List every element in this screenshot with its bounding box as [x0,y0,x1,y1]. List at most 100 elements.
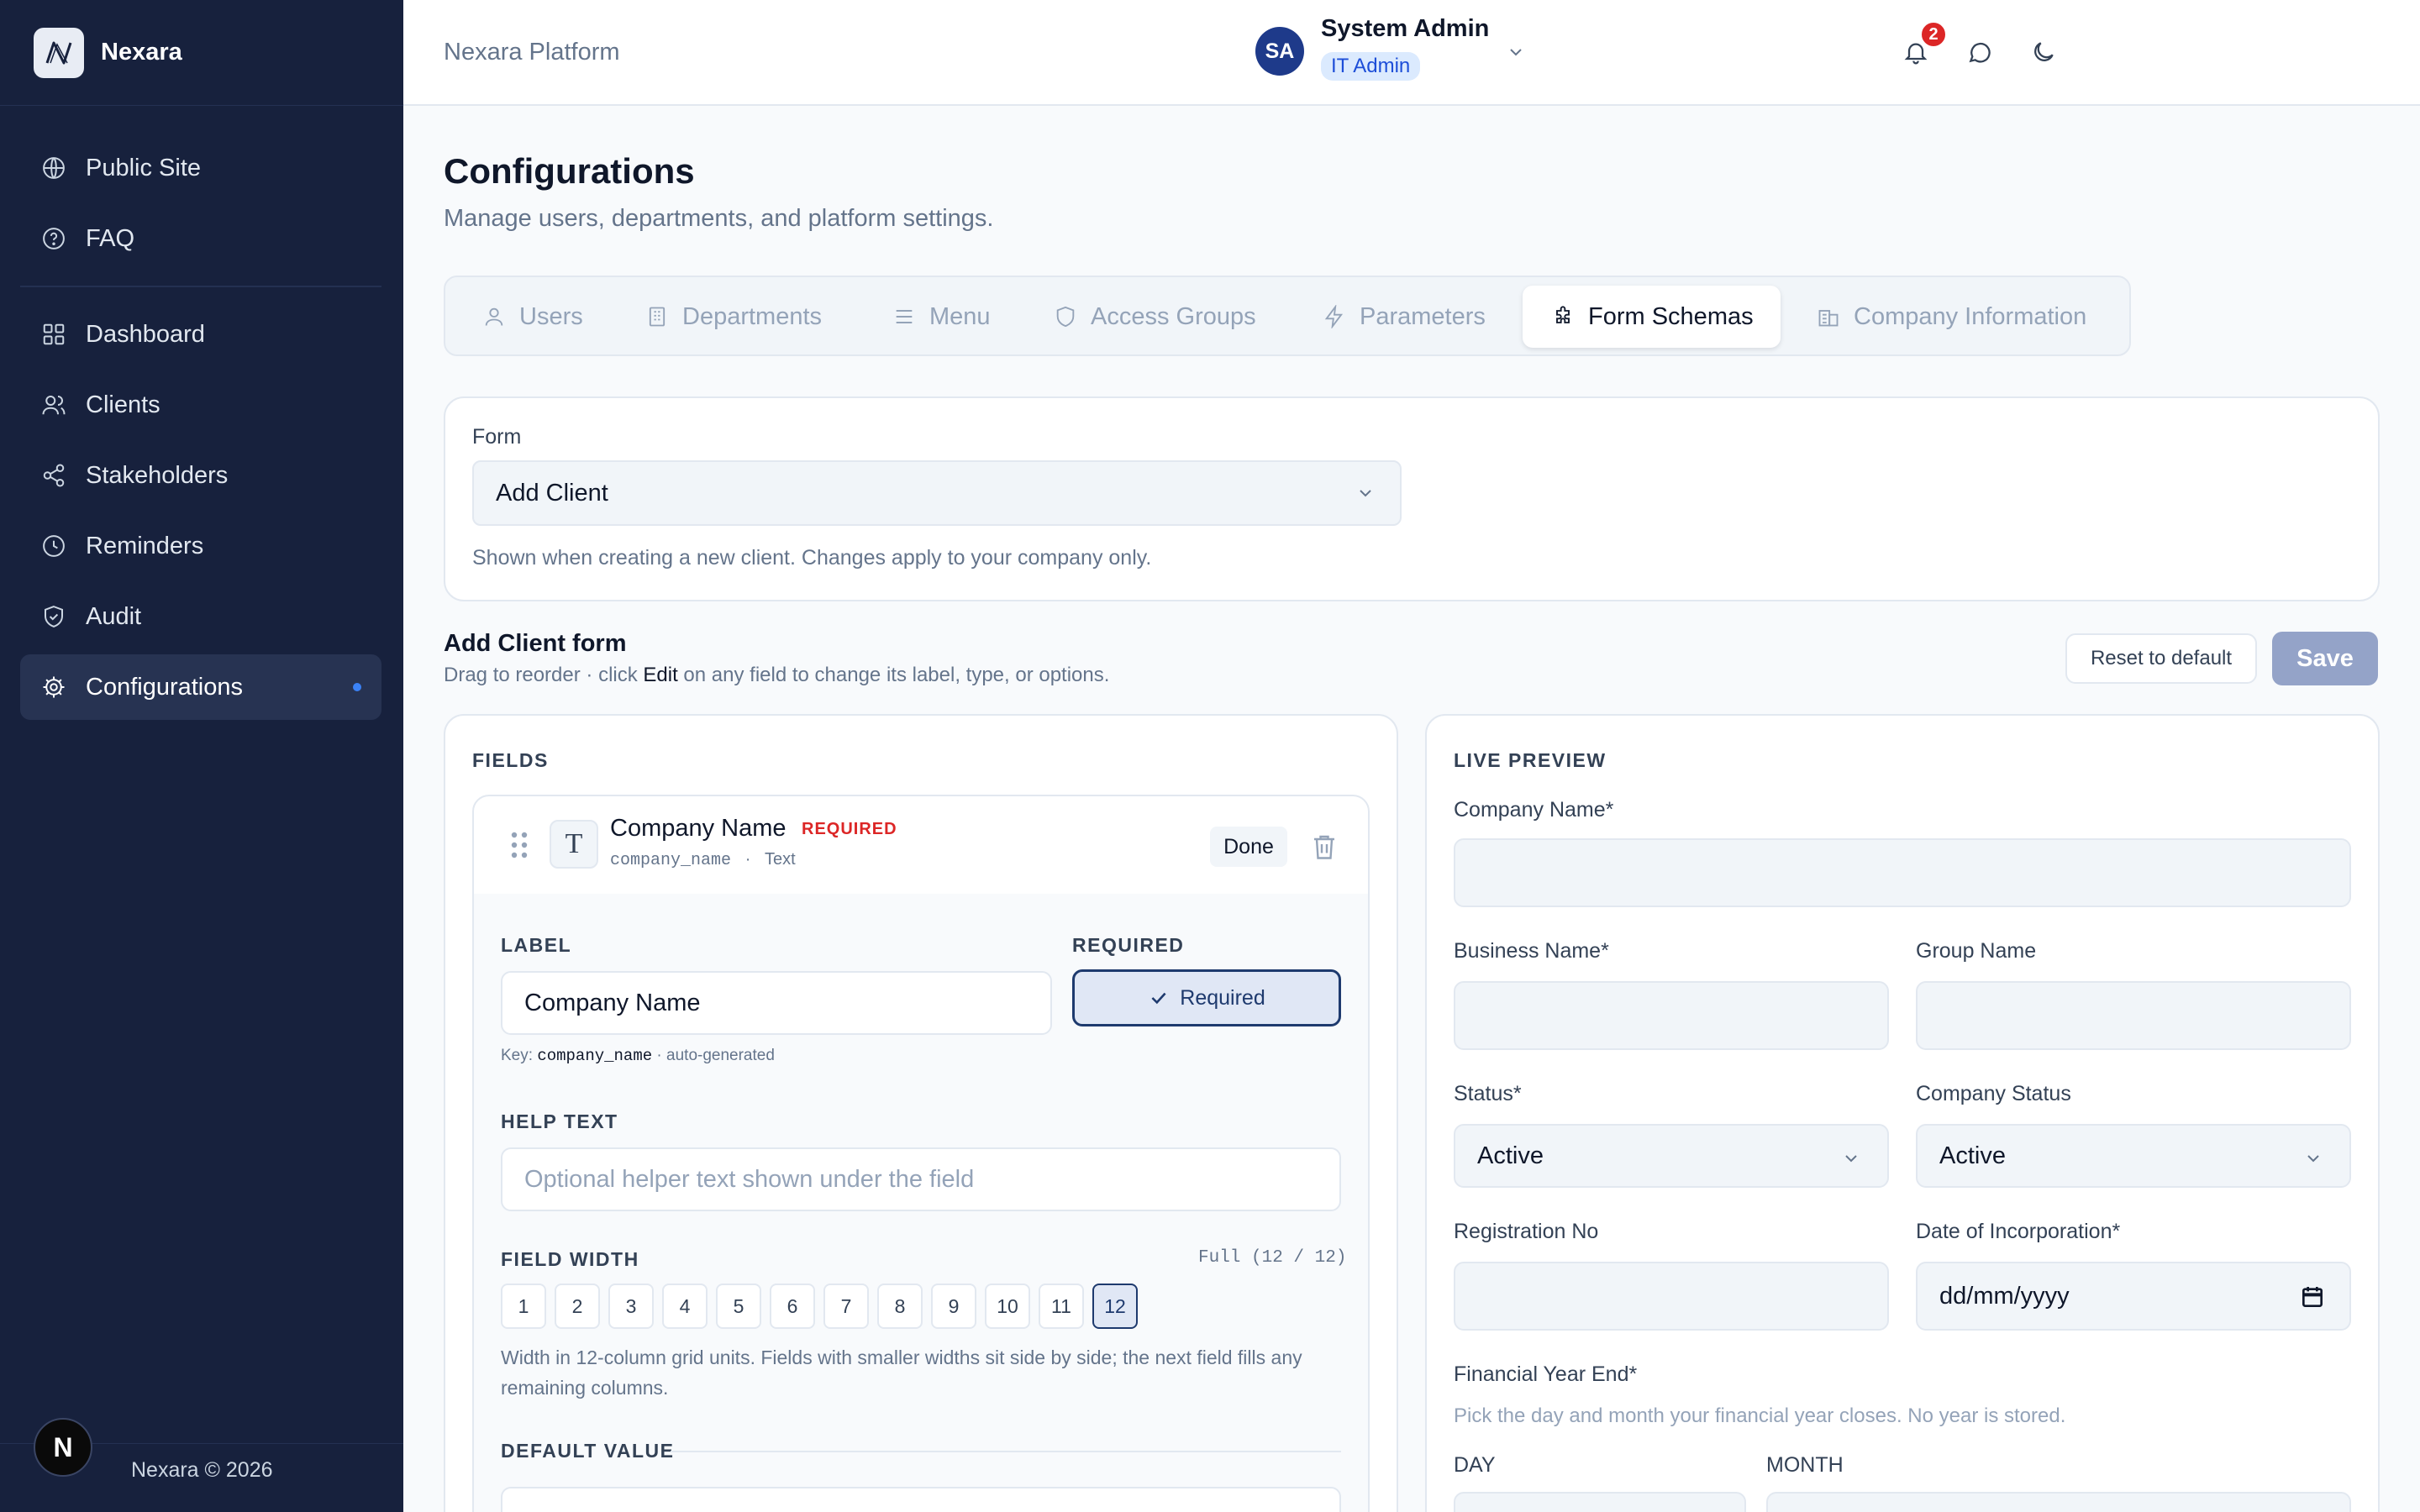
sidebar-item-label: Reminders [86,532,204,559]
preview-input-registration-no[interactable] [1454,1262,1889,1331]
user-name[interactable]: System Admin [1321,15,1489,43]
tab-access-groups[interactable]: Access Groups [1052,286,1256,348]
chat-icon[interactable] [1963,35,1996,69]
sidebar-item-label: Stakeholders [86,461,229,489]
brand[interactable]: Nexara [0,0,403,106]
footer-avatar[interactable]: N [34,1418,92,1477]
field-width-option[interactable]: 9 [931,1284,976,1329]
sidebar-item-label: Public Site [86,154,202,181]
tab-label: Parameters [1360,302,1486,330]
page-title: Configurations [444,151,695,191]
page-subtitle: Manage users, departments, and platform … [444,205,994,232]
field-width-option[interactable]: 3 [608,1284,654,1329]
sidebar-item-reminders[interactable]: Reminders [20,513,381,579]
field-width-option[interactable]: 11 [1039,1284,1084,1329]
default-value-heading: DEFAULT VALUE [501,1440,675,1462]
field-width-option[interactable]: 6 [770,1284,815,1329]
tab-form-schemas[interactable]: Form Schemas [1523,286,1781,348]
preview-input-company-name[interactable] [1454,838,2351,907]
preview-select-company-status[interactable]: Active [1916,1124,2351,1188]
preview-select-status[interactable]: Active [1454,1124,1889,1188]
sidebar-item-public-site[interactable]: Public Site [20,135,381,201]
sidebar-item-label: FAQ [86,224,135,252]
sidebar-item-label: Configurations [86,673,243,701]
reset-to-default-button[interactable]: Reset to default [2065,633,2257,684]
field-width-option[interactable]: 10 [985,1284,1030,1329]
sidebar-item-stakeholders[interactable]: Stakeholders [20,443,381,508]
calendar-icon[interactable] [2299,1284,2326,1310]
building-icon [644,303,671,330]
users-icon [39,390,69,420]
logo-icon [34,27,84,78]
chevron-down-icon [1353,480,1378,506]
field-width-option[interactable]: 4 [662,1284,708,1329]
field-width-hint: Width in 12-column grid units. Fields wi… [501,1347,1302,1399]
tab-parameters[interactable]: Parameters [1321,286,1486,348]
chevron-down-icon[interactable] [1501,37,1531,67]
sidebar-item-audit[interactable]: Audit [20,584,381,649]
field-width-option[interactable]: 1 [501,1284,546,1329]
user-role-badge: IT Admin [1321,52,1421,81]
field-key: company_name [610,851,732,870]
key-suffix: · auto-generated [652,1047,775,1064]
preview-input-group-name[interactable] [1916,981,2351,1050]
preview-select-day[interactable] [1454,1492,1746,1512]
field-width-option[interactable]: 5 [716,1284,761,1329]
field-width-option[interactable]: 2 [555,1284,600,1329]
tab-label: Users [519,302,583,330]
preview-label-group-name: Group Name [1916,939,2037,963]
default-value-input[interactable] [501,1487,1341,1512]
shield-icon [1052,303,1079,330]
done-button[interactable]: Done [1210,827,1287,867]
field-width-option[interactable]: 8 [877,1284,923,1329]
field-type: Text [765,850,796,869]
live-preview-panel [1425,714,2380,1512]
preview-label-company-status: Company Status [1916,1082,2071,1105]
gear-icon [39,672,69,702]
save-button[interactable]: Save [2272,632,2378,685]
section-subtitle: Drag to reorder · click Edit on any fiel… [444,664,1109,687]
sidebar-item-faq[interactable]: FAQ [20,206,381,271]
user-avatar[interactable]: SA [1255,27,1304,76]
preview-select-month[interactable] [1766,1492,2351,1512]
tab-label: Menu [929,302,991,330]
tab-menu[interactable]: Menu [891,286,991,348]
notification-badge: 2 [1919,20,1948,49]
moon-icon[interactable] [2027,35,2060,69]
trash-icon[interactable] [1309,832,1339,862]
globe-icon [39,153,69,183]
sidebar-item-label: Audit [86,602,142,630]
preview-input-business-name[interactable] [1454,981,1889,1050]
form-select-label: Form [472,425,522,449]
form-select[interactable]: Add Client [472,460,1402,526]
preview-input-date-of-incorporation[interactable]: dd/mm/yyyy [1916,1262,2351,1331]
form-select-hint: Shown when creating a new client. Change… [472,546,1152,570]
sidebar-item-dashboard[interactable]: Dashboard [20,302,381,367]
drag-handle-icon[interactable] [508,830,531,860]
active-indicator-dot [353,683,361,691]
field-meta: company_name · Text [610,850,796,870]
field-name: Company Name [610,815,786,842]
tab-departments[interactable]: Departments [644,286,822,348]
help-text-input[interactable]: Optional helper text shown under the fie… [501,1147,1341,1211]
sidebar-item-configurations[interactable]: Configurations [20,654,381,720]
tab-users[interactable]: Users [481,286,583,348]
platform-name: Nexara Platform [444,39,620,66]
required-toggle[interactable]: Required [1072,969,1341,1026]
chevron-down-icon [2301,1146,2326,1171]
select-value: Active [1939,1142,2006,1169]
field-width-option[interactable]: 7 [823,1284,869,1329]
sidebar-divider [20,286,381,287]
shield-check-icon [39,601,69,632]
label-input[interactable]: Company Name [501,971,1052,1035]
office-icon [1815,303,1842,330]
field-width-option[interactable]: 12 [1092,1284,1138,1329]
user-icon [481,303,508,330]
tab-company-information[interactable]: Company Information [1815,286,2086,348]
clock-icon [39,531,69,561]
tab-label: Form Schemas [1588,302,1754,330]
field-row-company-name[interactable]: T Company Name REQUIRED company_name · T… [472,795,1370,895]
select-value: Active [1477,1142,1544,1169]
sidebar-item-clients[interactable]: Clients [20,372,381,438]
label-heading: LABEL [501,934,572,956]
